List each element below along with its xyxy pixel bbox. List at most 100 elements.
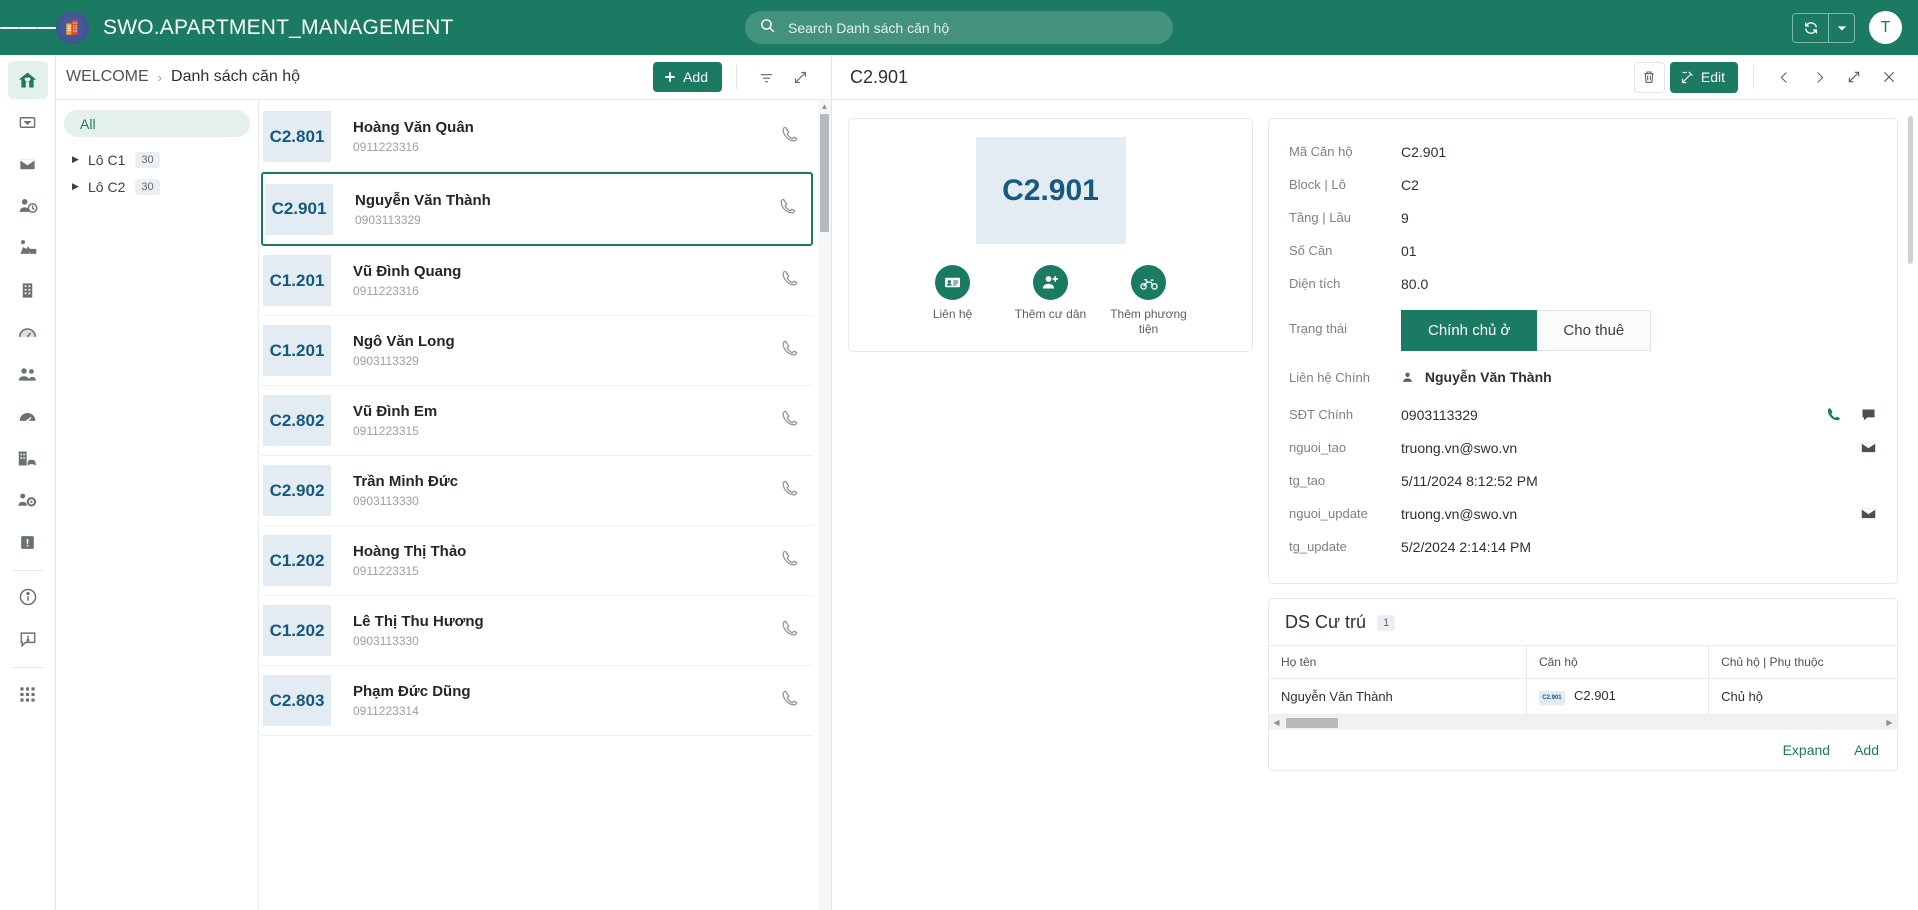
- sidebar-item-speedometer[interactable]: [8, 397, 48, 435]
- phone-icon[interactable]: [780, 479, 799, 503]
- phone-icon[interactable]: [780, 409, 799, 433]
- motorbike-icon: [1131, 265, 1166, 300]
- detail-scrollbar[interactable]: [1906, 100, 1916, 910]
- caret-right-icon[interactable]: ▶: [72, 154, 88, 165]
- residents-table-header-row: Họ tên Căn hộ Chủ hộ | Phụ thuộc: [1269, 645, 1897, 679]
- chevron-down-icon[interactable]: [1828, 13, 1854, 42]
- row-content: Hoàng Thị Thảo 0911223315: [353, 543, 780, 578]
- row-code-badge: C1.202: [263, 535, 331, 586]
- sidebar-rail: [0, 55, 56, 910]
- scrollbar-thumb[interactable]: [820, 114, 829, 232]
- sidebar-item-home[interactable]: [7, 61, 48, 99]
- sidebar-item-people[interactable]: [8, 355, 48, 393]
- sidebar-item-worker[interactable]: [8, 229, 48, 267]
- field-value: C2.901: [1401, 143, 1447, 160]
- table-row[interactable]: C2.901 Nguyễn Văn Thành 0903113329: [261, 172, 813, 246]
- chat-icon[interactable]: [1860, 406, 1877, 423]
- scrollbar-thumb[interactable]: [1908, 116, 1913, 264]
- table-row[interactable]: C2.801 Hoàng Văn Quân 0911223316: [261, 102, 813, 172]
- tree-item-lo-c2[interactable]: ▶ Lô C2 30: [64, 173, 250, 200]
- detail-left-column: C2.901 Liên hệ Thêm cư dân Thêm phương t…: [848, 118, 1253, 352]
- phone-icon[interactable]: [778, 197, 797, 221]
- search-bar[interactable]: [745, 11, 1173, 44]
- search-input[interactable]: [788, 19, 1159, 36]
- column-header-ho-ten[interactable]: Họ tên: [1269, 645, 1527, 679]
- tree-item-lo-c1[interactable]: ▶ Lô C1 30: [64, 146, 250, 173]
- filter-icon[interactable]: [751, 62, 781, 92]
- quick-action-them-phuong-tien[interactable]: Thêm phương tiện: [1105, 265, 1193, 337]
- sidebar-item-gauge[interactable]: [8, 313, 48, 351]
- expand-link[interactable]: Expand: [1783, 742, 1830, 758]
- scroll-left-icon[interactable]: ◀: [1269, 718, 1284, 727]
- phone-call-icon[interactable]: [1825, 406, 1842, 423]
- table-row[interactable]: C1.201 Vũ Đình Quang 0911223316: [261, 246, 813, 316]
- table-row[interactable]: C2.802 Vũ Đình Em 0911223315: [261, 386, 813, 456]
- expand-icon[interactable]: [1839, 62, 1869, 92]
- column-header-chu-ho[interactable]: Chủ hộ | Phụ thuộc: [1708, 645, 1897, 679]
- table-row[interactable]: C1.202 Hoàng Thị Thảo 0911223315: [261, 526, 813, 596]
- row-content: Hoàng Văn Quân 0911223316: [353, 119, 780, 154]
- table-row[interactable]: C1.202 Lê Thị Thu Hương 0903113330: [261, 596, 813, 666]
- tree-item-label: Lô C1: [88, 151, 126, 168]
- row-phone: 0911223316: [353, 284, 419, 298]
- status-option-cho-thue[interactable]: Cho thuê: [1537, 309, 1652, 351]
- envelope-icon[interactable]: [1860, 439, 1877, 456]
- list-toolbar: Add: [653, 62, 815, 92]
- delete-button[interactable]: [1633, 61, 1665, 93]
- scrollbar-thumb[interactable]: [1286, 717, 1338, 728]
- sidebar-item-envelope[interactable]: [8, 145, 48, 183]
- sidebar-item-info[interactable]: [8, 578, 48, 616]
- field-value: truong.vn@swo.vn: [1401, 439, 1518, 456]
- sidebar-item-building-car[interactable]: [8, 439, 48, 477]
- field-label: Trạng thái: [1289, 320, 1348, 336]
- table-row[interactable]: C2.803 Phạm Đức Dũng 0911223314: [261, 666, 813, 736]
- add-button[interactable]: Add: [653, 62, 722, 92]
- plus-icon: [665, 72, 675, 82]
- phone-icon[interactable]: [780, 689, 799, 713]
- sidebar-item-alert[interactable]: [8, 523, 48, 561]
- breadcrumb-root[interactable]: WELCOME: [66, 68, 149, 86]
- row-name: Lê Thị Thu Hương: [353, 613, 484, 630]
- quick-action-lien-he[interactable]: Liên hệ: [909, 265, 997, 337]
- field-value: 5/11/2024 8:12:52 PM: [1401, 472, 1538, 489]
- chevron-right-icon[interactable]: [1804, 62, 1834, 92]
- tree-item-all[interactable]: All: [64, 110, 250, 137]
- add-resident-link[interactable]: Add: [1854, 742, 1879, 758]
- envelope-icon[interactable]: [1860, 505, 1877, 522]
- scroll-right-icon[interactable]: ▶: [1882, 718, 1897, 727]
- table-row[interactable]: C1.201 Ngô Văn Long 0903113329: [261, 316, 813, 386]
- table-row[interactable]: C2.902 Trần Minh Đức 0903113330: [261, 456, 813, 526]
- phone-icon[interactable]: [780, 549, 799, 573]
- chevron-left-icon[interactable]: [1769, 62, 1799, 92]
- hamburger-icon[interactable]: [0, 24, 57, 32]
- sidebar-item-person-clock[interactable]: [8, 187, 48, 225]
- table-row[interactable]: Nguyễn Văn Thành C2.901 C2.901 Chủ hộ: [1269, 678, 1897, 715]
- sidebar-item-feedback[interactable]: [8, 620, 48, 658]
- avatar[interactable]: T: [1869, 11, 1902, 44]
- phone-icon[interactable]: [780, 125, 799, 149]
- sync-icon[interactable]: [1793, 14, 1828, 42]
- phone-icon[interactable]: [780, 269, 799, 293]
- phone-icon[interactable]: [780, 619, 799, 643]
- sidebar-item-building[interactable]: [8, 271, 48, 309]
- column-header-can-ho[interactable]: Căn hộ: [1526, 645, 1710, 679]
- sidebar-item-dropdown-box[interactable]: [8, 103, 48, 141]
- sidebar-item-people-gear[interactable]: [8, 481, 48, 519]
- status-option-chinh-chu-o[interactable]: Chính chủ ở: [1401, 309, 1538, 351]
- caret-right-icon[interactable]: ▶: [72, 181, 88, 192]
- sidebar-item-apps[interactable]: [8, 675, 48, 713]
- list-scrollbar[interactable]: ▲: [818, 100, 831, 910]
- add-button-label: Add: [683, 69, 708, 85]
- residents-horizontal-scrollbar[interactable]: ◀ ▶: [1269, 715, 1897, 730]
- field-label: Mã Căn hộ: [1289, 144, 1353, 159]
- edit-button[interactable]: Edit: [1669, 61, 1738, 93]
- edit-button-label: Edit: [1700, 69, 1725, 85]
- row-content: Vũ Đình Em 0911223315: [353, 403, 780, 438]
- residents-card: DS Cư trú 1 Họ tên Căn hộ Chủ hộ | Phụ t…: [1268, 598, 1898, 771]
- primary-contact-value: Nguyễn Văn Thành: [1401, 369, 1877, 385]
- expand-icon[interactable]: [785, 62, 815, 92]
- close-icon[interactable]: [1874, 62, 1904, 92]
- phone-icon[interactable]: [780, 339, 799, 363]
- scroll-up-icon[interactable]: ▲: [818, 100, 831, 113]
- quick-action-them-cu-dan[interactable]: Thêm cư dân: [1007, 265, 1095, 337]
